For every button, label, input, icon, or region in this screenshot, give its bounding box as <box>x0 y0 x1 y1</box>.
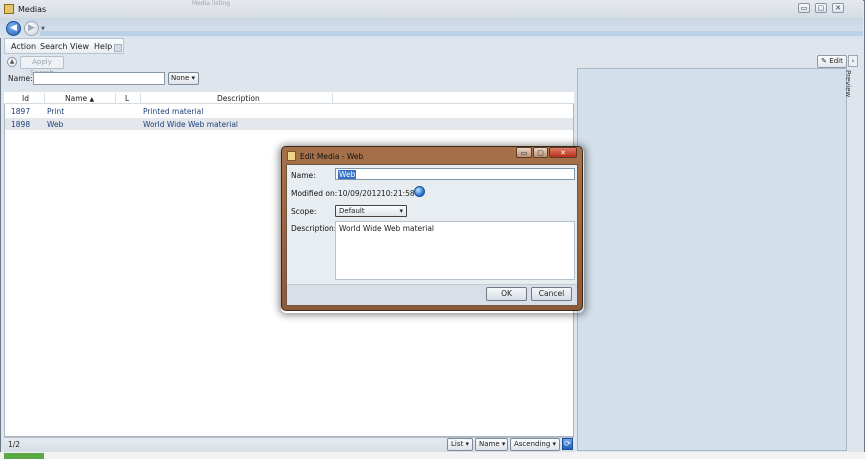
menu-view[interactable]: View <box>70 42 89 51</box>
menu-search[interactable]: Search <box>40 42 67 51</box>
apply-search-button[interactable]: Apply Search <box>20 56 64 77</box>
title-bar <box>0 0 863 18</box>
window-title: Medias <box>18 5 47 14</box>
scope-label: Scope: <box>291 207 317 216</box>
column-separator[interactable] <box>44 93 45 103</box>
description-value: World Wide Web material <box>339 224 435 233</box>
sort-field-select[interactable]: Name ▾ <box>475 438 508 451</box>
name-filter-label: Name: <box>8 74 33 83</box>
edit-label: Edit <box>829 57 843 65</box>
dialog-title: Edit Media - Web <box>300 152 364 161</box>
row-name: Web <box>47 120 64 129</box>
back-button[interactable]: ◀ <box>6 21 21 36</box>
maximize-button[interactable]: ▢ <box>815 3 827 13</box>
table-row[interactable]: 1898 Web World Wide Web material <box>5 118 573 130</box>
column-name-label: Name <box>65 94 88 103</box>
column-separator[interactable] <box>332 93 333 103</box>
app-icon <box>4 4 14 14</box>
record-count: 1/2 <box>8 440 21 449</box>
dialog-maximize-button[interactable]: ▢ <box>533 147 548 158</box>
menu-action[interactable]: Action <box>11 42 36 51</box>
view-mode-select[interactable]: List ▾ <box>447 438 473 451</box>
column-separator[interactable] <box>140 93 141 103</box>
refresh-icon[interactable]: ⟳ <box>562 438 573 450</box>
dialog-minimize-button[interactable]: ▭ <box>516 147 532 158</box>
history-dropdown-icon[interactable]: ▼ <box>41 26 45 32</box>
edit-button[interactable]: ✎ Edit <box>817 55 847 68</box>
pencil-icon: ✎ <box>821 57 828 65</box>
cancel-button[interactable]: Cancel <box>531 287 572 301</box>
column-name[interactable]: Name ▲ <box>65 94 94 103</box>
preview-pane <box>577 68 847 451</box>
menu-grip[interactable] <box>114 44 122 52</box>
sort-field-value: Name <box>479 440 500 448</box>
minimize-button[interactable]: ▭ <box>798 3 810 13</box>
modified-label: Modified on: <box>291 189 338 198</box>
scope-select[interactable]: Default ▾ <box>335 205 407 217</box>
name-filter-input[interactable] <box>33 72 165 85</box>
column-description[interactable]: Description <box>217 94 260 103</box>
collapse-search-icon[interactable]: ▲ <box>7 57 17 67</box>
taskbar-strip <box>0 452 865 459</box>
dialog-close-button[interactable]: ✕ <box>549 147 577 158</box>
column-l[interactable]: L <box>125 94 129 103</box>
scope-value: Default <box>339 207 365 215</box>
modified-time: 10:21:58 <box>381 189 415 198</box>
filter-mode-select[interactable]: None ▾ <box>168 72 199 85</box>
column-separator[interactable] <box>115 93 116 103</box>
background-window-tab: Media listing <box>192 0 231 7</box>
dialog-app-icon <box>287 151 296 161</box>
preview-tab-label: Preview <box>844 70 852 98</box>
sort-ascending-icon: ▲ <box>89 96 95 103</box>
row-description: Printed material <box>143 107 204 116</box>
dropdown-arrow-icon: ▾ <box>399 207 403 215</box>
taskbar-item[interactable] <box>4 453 44 459</box>
close-button[interactable]: ✕ <box>832 3 844 13</box>
row-description: World Wide Web material <box>143 120 239 129</box>
sort-order-value: Ascending <box>514 440 551 448</box>
name-label: Name: <box>291 171 316 180</box>
collapse-preview-button[interactable]: › <box>848 55 858 67</box>
modified-date: 10/09/2012 <box>338 189 382 198</box>
menu-help[interactable]: Help <box>94 42 112 51</box>
row-id: 1898 <box>11 120 31 129</box>
view-mode-value: List <box>451 440 464 448</box>
table-row[interactable]: 1897 Print Printed material <box>5 105 573 117</box>
row-id: 1897 <box>11 107 31 116</box>
description-label: Description: <box>291 224 337 233</box>
row-name: Print <box>47 107 65 116</box>
filter-mode-value: None <box>171 74 190 82</box>
forward-button[interactable]: ▶ <box>24 21 39 36</box>
globe-icon[interactable] <box>414 186 425 197</box>
name-field-value[interactable]: Web <box>338 170 357 179</box>
nav-stripe <box>40 31 863 36</box>
sort-order-select[interactable]: Ascending ▾ <box>510 438 560 451</box>
name-field[interactable] <box>335 168 575 180</box>
ok-button[interactable]: OK <box>486 287 527 301</box>
column-id[interactable]: Id <box>22 94 29 103</box>
